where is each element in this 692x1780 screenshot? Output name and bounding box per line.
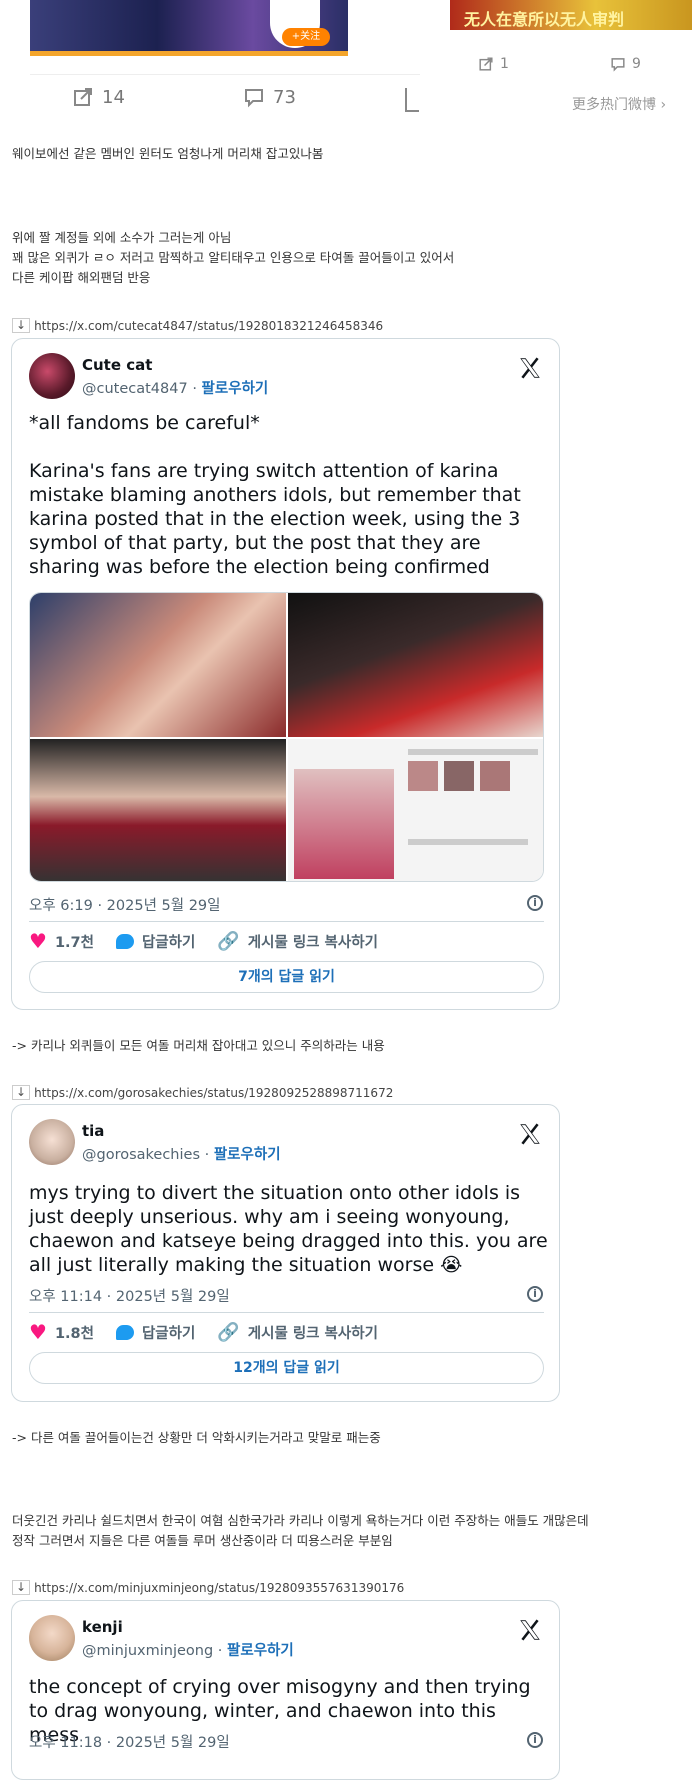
avatar[interactable] [29,1615,75,1661]
avatar[interactable] [29,1119,75,1165]
divider [29,921,544,922]
weibo-repost-button[interactable]: 14 [72,86,125,108]
follow-button[interactable]: 팔로우하기 [202,381,269,397]
weibo-side-comment-count: 9 [632,56,641,72]
avatar[interactable] [29,353,75,399]
x-logo-icon[interactable] [517,1121,543,1147]
weibo-side-repost[interactable]: 1 [478,56,509,72]
reply-bubble-icon [115,1324,134,1340]
copy-link-label: 게시물 링크 복사하기 [247,1325,378,1342]
like-button[interactable]: ♥ 1.8천 [29,1320,94,1344]
more-hot-weibo-link[interactable]: 更多热门微博 › [572,94,666,114]
tweet-card-3: kenji @minjuxminjeong · 팔로우하기 the concep… [11,1600,560,1780]
weibo-repost-count: 14 [102,86,125,108]
tweet-actions: ♥ 1.7천 답글하기 🔗 게시물 링크 복사하기 [29,929,400,953]
tweet-card-1: Cute cat @cutecat4847 · 팔로우하기 *all fando… [11,338,560,1010]
weibo-image-bar [30,51,348,56]
handle-text[interactable]: @minjuxminjeong [82,1643,213,1659]
link-icon: 🔗 [217,1321,240,1343]
tweet-author-handle: @gorosakechies · 팔로우하기 [82,1147,281,1163]
media-photo-4[interactable] [288,739,543,881]
like-button[interactable]: ♥ 1.7천 [29,929,94,953]
reply-label: 답글하기 [141,934,196,951]
info-icon[interactable]: i [527,895,543,911]
source-link-2-url[interactable]: https://x.com/gorosakechies/status/19280… [34,1086,393,1100]
repost-icon [74,88,92,106]
post-paragraph-3: 더웃긴건 카리나 쉴드치면서 한국이 여혐 심한국가라 카리나 이렇게 욕하는거… [12,1513,589,1548]
source-link-1[interactable]: ↓ https://x.com/cutecat4847/status/19280… [12,318,383,333]
follow-button[interactable]: 팔로우하기 [214,1147,281,1163]
like-count: 1.7천 [54,934,94,951]
comment-icon [611,58,625,72]
copy-link-label: 게시물 링크 복사하기 [247,934,378,951]
post-comment-2: -> 다른 여돌 끌어들이는건 상황만 더 악화시키는거라고 맞말로 패는중 [12,1430,381,1445]
tweet-text: mys trying to divert the situation onto … [29,1182,554,1276]
post-comment-1: -> 카리나 외퀴들이 모든 여돌 머리채 잡아대고 있으니 주의하라는 내용 [12,1038,385,1053]
tweet-date[interactable]: 오후 11:14 · 2025년 5월 29일 [29,1285,230,1306]
link-icon: 🔗 [217,930,240,952]
tweet-card-2: tia @gorosakechies · 팔로우하기 mys trying to… [11,1104,560,1402]
copy-link-button[interactable]: 🔗 게시물 링크 복사하기 [217,931,378,952]
info-icon[interactable]: i [527,1286,543,1302]
tweet-author-handle: @cutecat4847 · 팔로우하기 [82,381,269,397]
tweet-date[interactable]: 오후 6:19 · 2025년 5월 29일 [29,894,221,915]
source-link-3-url[interactable]: https://x.com/minjuxminjeong/status/1928… [34,1581,404,1595]
source-link-2[interactable]: ↓ https://x.com/gorosakechies/status/192… [12,1085,393,1100]
copy-link-button[interactable]: 🔗 게시물 링크 복사하기 [217,1322,378,1343]
heart-icon: ♥ [29,929,47,953]
tweet-author-name[interactable]: tia [82,1122,104,1140]
tweet-media-grid[interactable] [29,592,544,882]
reply-button[interactable]: 답글하기 [115,931,196,952]
arrow-down-icon: ↓ [12,1085,31,1100]
like-icon[interactable] [405,88,419,112]
reply-label: 답글하기 [141,1325,196,1342]
weibo-divider [30,74,420,75]
post-paragraph-2: 위에 짤 계정들 외에 소수가 그러는게 아님 꽤 많은 외퀴가 ㄹㅇ 저러고 … [12,230,455,285]
x-logo-icon[interactable] [517,355,543,381]
tweet-actions: ♥ 1.8천 답글하기 🔗 게시물 링크 복사하기 [29,1320,400,1344]
tweet-date[interactable]: 오후 11:18 · 2025년 5월 29일 [29,1731,230,1752]
repost-icon [479,57,493,71]
read-replies-button[interactable]: 12개의 답글 읽기 [29,1352,544,1384]
like-count: 1.8천 [54,1325,94,1342]
media-photo-1[interactable] [30,593,286,737]
weibo-post-image[interactable]: +关注 [30,0,348,56]
weibo-side-comment[interactable]: 9 [610,56,641,72]
source-link-3[interactable]: ↓ https://x.com/minjuxminjeong/status/19… [12,1580,404,1595]
weibo-comment-count: 73 [273,86,296,108]
handle-text[interactable]: @gorosakechies [82,1147,200,1163]
reply-button[interactable]: 답글하기 [115,1322,196,1343]
media-photo-2[interactable] [288,593,543,737]
arrow-down-icon: ↓ [12,1580,31,1595]
source-link-1-url[interactable]: https://x.com/cutecat4847/status/1928018… [34,319,383,333]
chevron-right-icon: › [660,97,667,113]
weibo-comment-button[interactable]: 73 [243,86,296,108]
weibo-side-image[interactable]: 无人在意所以无人审判 [450,0,692,30]
weibo-side-repost-count: 1 [500,56,509,72]
tweet-author-name[interactable]: Cute cat [82,356,152,374]
reply-bubble-icon [115,933,134,949]
tweet-text: *all fandoms be careful* Karina's fans a… [29,412,521,578]
info-icon[interactable]: i [527,1732,543,1748]
heart-icon: ♥ [29,1320,47,1344]
arrow-down-icon: ↓ [12,318,31,333]
weibo-side-banner: 无人在意所以无人审判 [464,10,625,29]
comment-icon [245,89,263,108]
tweet-author-handle: @minjuxminjeong · 팔로우하기 [82,1643,294,1659]
divider [29,1312,544,1313]
handle-text[interactable]: @cutecat4847 [82,381,188,397]
media-photo-3[interactable] [30,739,286,881]
x-logo-icon[interactable] [517,1617,543,1643]
post-paragraph-1: 웨이보에선 같은 멤버인 윈터도 엄청나게 머리채 잡고있나봄 [12,146,324,161]
more-hot-label: 更多热门微博 [572,97,656,113]
weibo-follow-button[interactable]: +关注 [282,28,330,46]
tweet-author-name[interactable]: kenji [82,1618,123,1636]
read-replies-button[interactable]: 7개의 답글 읽기 [29,961,544,993]
follow-button[interactable]: 팔로우하기 [227,1643,294,1659]
